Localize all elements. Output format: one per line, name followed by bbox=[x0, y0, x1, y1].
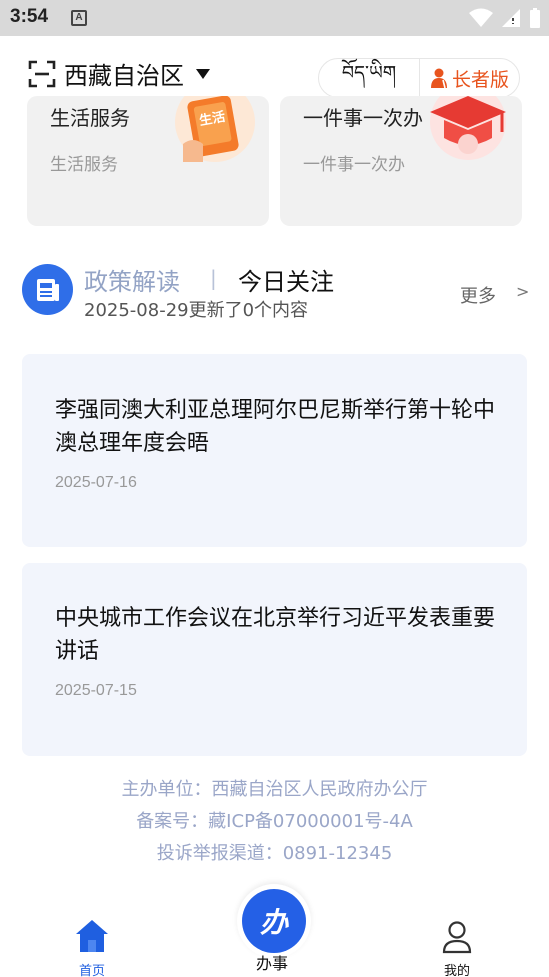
news-date: 2025-07-16 bbox=[55, 474, 137, 491]
footer-sponsor: 主办单位：西藏自治区人民政府办公厅 bbox=[121, 779, 428, 800]
notification-icon: A bbox=[71, 10, 87, 26]
policy-section-header: 政策解读 | 今日关注 2025-08-29更新了0个内容 更多 > bbox=[22, 262, 532, 324]
tab-today-focus[interactable]: 今日关注 bbox=[238, 262, 334, 297]
bottom-nav: 首页 办 办事 我的 bbox=[0, 884, 549, 977]
nav-home-label[interactable]: 首页 bbox=[70, 960, 114, 977]
graduation-cap-icon bbox=[430, 96, 506, 160]
service-card-life[interactable]: 生活服务 生活服务 生活 bbox=[27, 96, 269, 226]
wifi-icon bbox=[469, 8, 493, 27]
footer-icp[interactable]: 备案号：藏ICP备07000001号-4A bbox=[0, 807, 549, 833]
home-icon[interactable] bbox=[74, 918, 110, 954]
news-card[interactable]: 李强同澳大利亚总理阿尔巴尼斯举行第十轮中澳总理年度会晤 2025-07-16 bbox=[22, 354, 527, 547]
nav-item-me[interactable]: 我的 bbox=[440, 920, 474, 977]
language-switch: བོད་ཡིག 长者版 bbox=[318, 58, 520, 98]
region-label[interactable]: 西藏自治区 bbox=[64, 56, 184, 91]
service-title: 一件事一次办 bbox=[303, 106, 423, 130]
tab-policy-interpretation[interactable]: 政策解读 bbox=[84, 262, 180, 297]
news-title[interactable]: 中央城市工作会议在北京举行习近平发表重要讲话 bbox=[55, 602, 495, 668]
status-icons bbox=[469, 8, 541, 28]
status-time: 3:54 bbox=[10, 6, 49, 27]
user-profile-icon[interactable] bbox=[442, 920, 472, 954]
service-card-one-stop[interactable]: 一件事一次办 一件事一次办 bbox=[280, 96, 522, 226]
status-bar: 3:54 A bbox=[0, 0, 549, 36]
signal-icon bbox=[502, 9, 520, 27]
nav-item-services[interactable]: 办 bbox=[237, 884, 311, 958]
elder-mode-label[interactable]: 长者版 bbox=[452, 65, 509, 92]
region-selector[interactable]: 西藏自治区 bbox=[28, 56, 210, 91]
nav-me-label[interactable]: 我的 bbox=[440, 960, 474, 977]
chevron-right-icon[interactable]: > bbox=[516, 282, 529, 301]
footer-complaint[interactable]: 投诉举报渠道：0891-12345 bbox=[0, 839, 549, 865]
scan-icon[interactable] bbox=[28, 60, 56, 88]
nav-item-home[interactable]: 首页 bbox=[70, 918, 114, 977]
service-title: 生活服务 bbox=[50, 106, 130, 130]
battery-icon bbox=[530, 8, 540, 28]
news-date: 2025-07-15 bbox=[55, 682, 137, 699]
news-card[interactable]: 中央城市工作会议在北京举行习近平发表重要讲话 2025-07-15 bbox=[22, 563, 527, 756]
news-title[interactable]: 李强同澳大利亚总理阿尔巴尼斯举行第十轮中澳总理年度会晤 bbox=[55, 394, 495, 460]
tab-divider: | bbox=[210, 266, 217, 290]
nav-services-label[interactable]: 办事 bbox=[256, 950, 288, 974]
more-link[interactable]: 更多 bbox=[460, 282, 496, 308]
news-document-icon bbox=[22, 264, 73, 315]
dropdown-caret-icon[interactable] bbox=[196, 68, 210, 79]
elder-person-icon bbox=[430, 68, 447, 88]
service-subtitle: 一件事一次办 bbox=[303, 155, 405, 175]
services-icon[interactable]: 办 bbox=[242, 889, 306, 953]
update-info: 2025-08-29更新了0个内容 bbox=[84, 300, 309, 321]
service-subtitle: 生活服务 bbox=[50, 155, 118, 175]
elder-mode-button[interactable]: 长者版 bbox=[420, 65, 519, 92]
